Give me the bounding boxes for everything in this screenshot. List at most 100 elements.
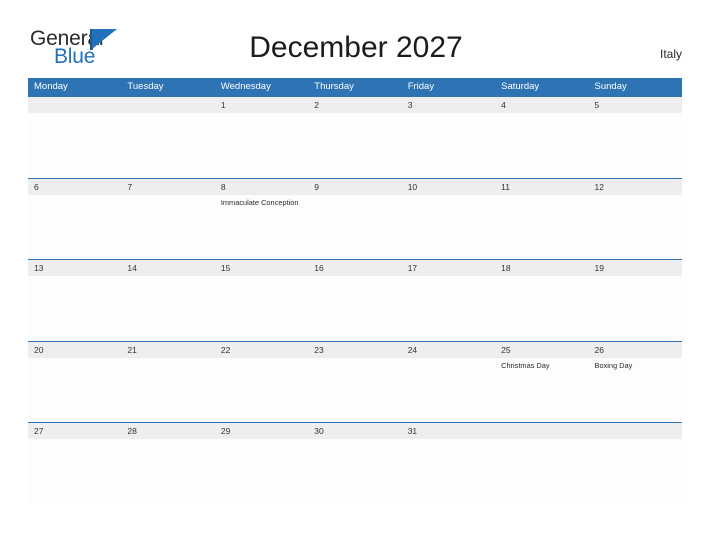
weekday-header-sunday: Sunday [594,81,627,92]
weekday-header-friday: Friday [407,81,435,92]
day-number[interactable]: 9 [308,179,401,195]
day-cell[interactable] [28,113,121,178]
day-cell[interactable] [308,113,401,178]
day-cell[interactable] [28,195,121,260]
day-number[interactable]: 31 [402,423,495,439]
day-number[interactable]: 4 [495,97,588,113]
day-cell[interactable] [121,439,214,504]
week-date-band: 6 7 8 9 10 11 12 [28,177,682,195]
day-number[interactable]: 29 [215,423,308,439]
week-event-band: Christmas Day Boxing Day [28,357,682,423]
day-cell[interactable] [308,358,401,423]
day-number[interactable]: 10 [402,179,495,195]
day-number[interactable]: 13 [28,260,121,276]
country-label: Italy [659,47,682,61]
day-cell[interactable] [308,439,401,504]
week-date-band: 13 14 15 16 17 18 19 [28,259,682,276]
day-cell[interactable] [121,113,214,178]
day-cell[interactable] [215,113,308,178]
week-event-band [28,439,682,504]
day-cell[interactable] [402,276,495,341]
page-title: December 2027 [249,31,463,64]
day-cell[interactable] [402,113,495,178]
week-date-band: 20 21 22 23 24 25 26 [28,340,682,358]
weekday-header-wednesday: Wednesday [220,81,271,92]
day-number[interactable]: 16 [308,260,401,276]
day-cell[interactable] [495,113,588,178]
day-cell[interactable] [495,439,588,504]
day-cell[interactable] [495,195,588,260]
calendar-week-row: 27 28 29 30 31 [28,422,682,504]
week-date-band: 27 28 29 30 31 [28,422,682,439]
week-date-band: 1 2 3 4 5 [28,96,682,113]
day-number[interactable]: 21 [121,342,214,358]
day-cell[interactable] [121,276,214,341]
day-number[interactable] [495,423,588,439]
calendar-week-row: 6 7 8 9 10 11 12 Immaculate Conception [28,177,682,260]
day-number[interactable]: 28 [121,423,214,439]
day-cell[interactable] [121,358,214,423]
day-number[interactable]: 25 [495,342,588,358]
day-cell[interactable] [495,276,588,341]
day-cell[interactable] [28,439,121,504]
day-number[interactable]: 18 [495,260,588,276]
day-cell[interactable] [121,195,214,260]
day-cell[interactable] [308,276,401,341]
day-event-text: Boxing Day [594,360,633,370]
day-cell[interactable]: Christmas Day [495,358,588,423]
day-number[interactable]: 24 [402,342,495,358]
week-event-band [28,276,682,341]
day-number[interactable]: 15 [215,260,308,276]
day-number[interactable]: 27 [28,423,121,439]
calendar-week-row: 1 2 3 4 5 [28,96,682,178]
weekday-header-tuesday: Tuesday [127,81,164,92]
day-number[interactable]: 5 [589,97,682,113]
day-event-text: Christmas Day [501,360,550,370]
day-cell[interactable]: Boxing Day [589,358,682,423]
day-number[interactable]: 14 [121,260,214,276]
page-header: General Blue December 2027 Italy [0,0,712,76]
day-number[interactable]: 7 [121,179,214,195]
week-event-band: Immaculate Conception [28,194,682,260]
day-cell[interactable]: Immaculate Conception [215,195,308,260]
day-number[interactable]: 8 [215,179,308,195]
weekday-header-monday: Monday [34,81,68,92]
calendar-week-row: 20 21 22 23 24 25 26 Christmas Day Boxin… [28,340,682,423]
day-number[interactable]: 12 [589,179,682,195]
day-cell[interactable] [308,195,401,260]
day-cell[interactable] [402,195,495,260]
day-event-text: Immaculate Conception [220,197,299,207]
weekday-header-thursday: Thursday [314,81,354,92]
day-number[interactable]: 30 [308,423,401,439]
day-number[interactable] [589,423,682,439]
day-cell[interactable] [28,276,121,341]
day-cell[interactable] [589,195,682,260]
day-number[interactable]: 3 [402,97,495,113]
day-cell[interactable] [589,276,682,341]
day-number[interactable]: 17 [402,260,495,276]
day-number[interactable]: 23 [308,342,401,358]
day-cell[interactable] [215,358,308,423]
day-cell[interactable] [215,276,308,341]
day-cell[interactable] [589,113,682,178]
day-cell[interactable] [589,439,682,504]
day-number[interactable]: 19 [589,260,682,276]
day-cell[interactable] [402,439,495,504]
day-number[interactable]: 26 [589,342,682,358]
weekday-header-row: Monday Tuesday Wednesday Thursday Friday… [28,78,682,96]
calendar-week-row: 13 14 15 16 17 18 19 [28,259,682,341]
day-cell[interactable] [215,439,308,504]
day-number[interactable]: 22 [215,342,308,358]
calendar-grid: Monday Tuesday Wednesday Thursday Friday… [28,78,682,504]
day-number[interactable] [28,97,121,113]
day-number[interactable]: 20 [28,342,121,358]
day-number[interactable] [121,97,214,113]
week-event-band [28,113,682,178]
day-number[interactable]: 11 [495,179,588,195]
weekday-header-saturday: Saturday [501,81,540,92]
day-cell[interactable] [28,358,121,423]
day-number[interactable]: 2 [308,97,401,113]
day-number[interactable]: 6 [28,179,121,195]
day-number[interactable]: 1 [215,97,308,113]
day-cell[interactable] [402,358,495,423]
